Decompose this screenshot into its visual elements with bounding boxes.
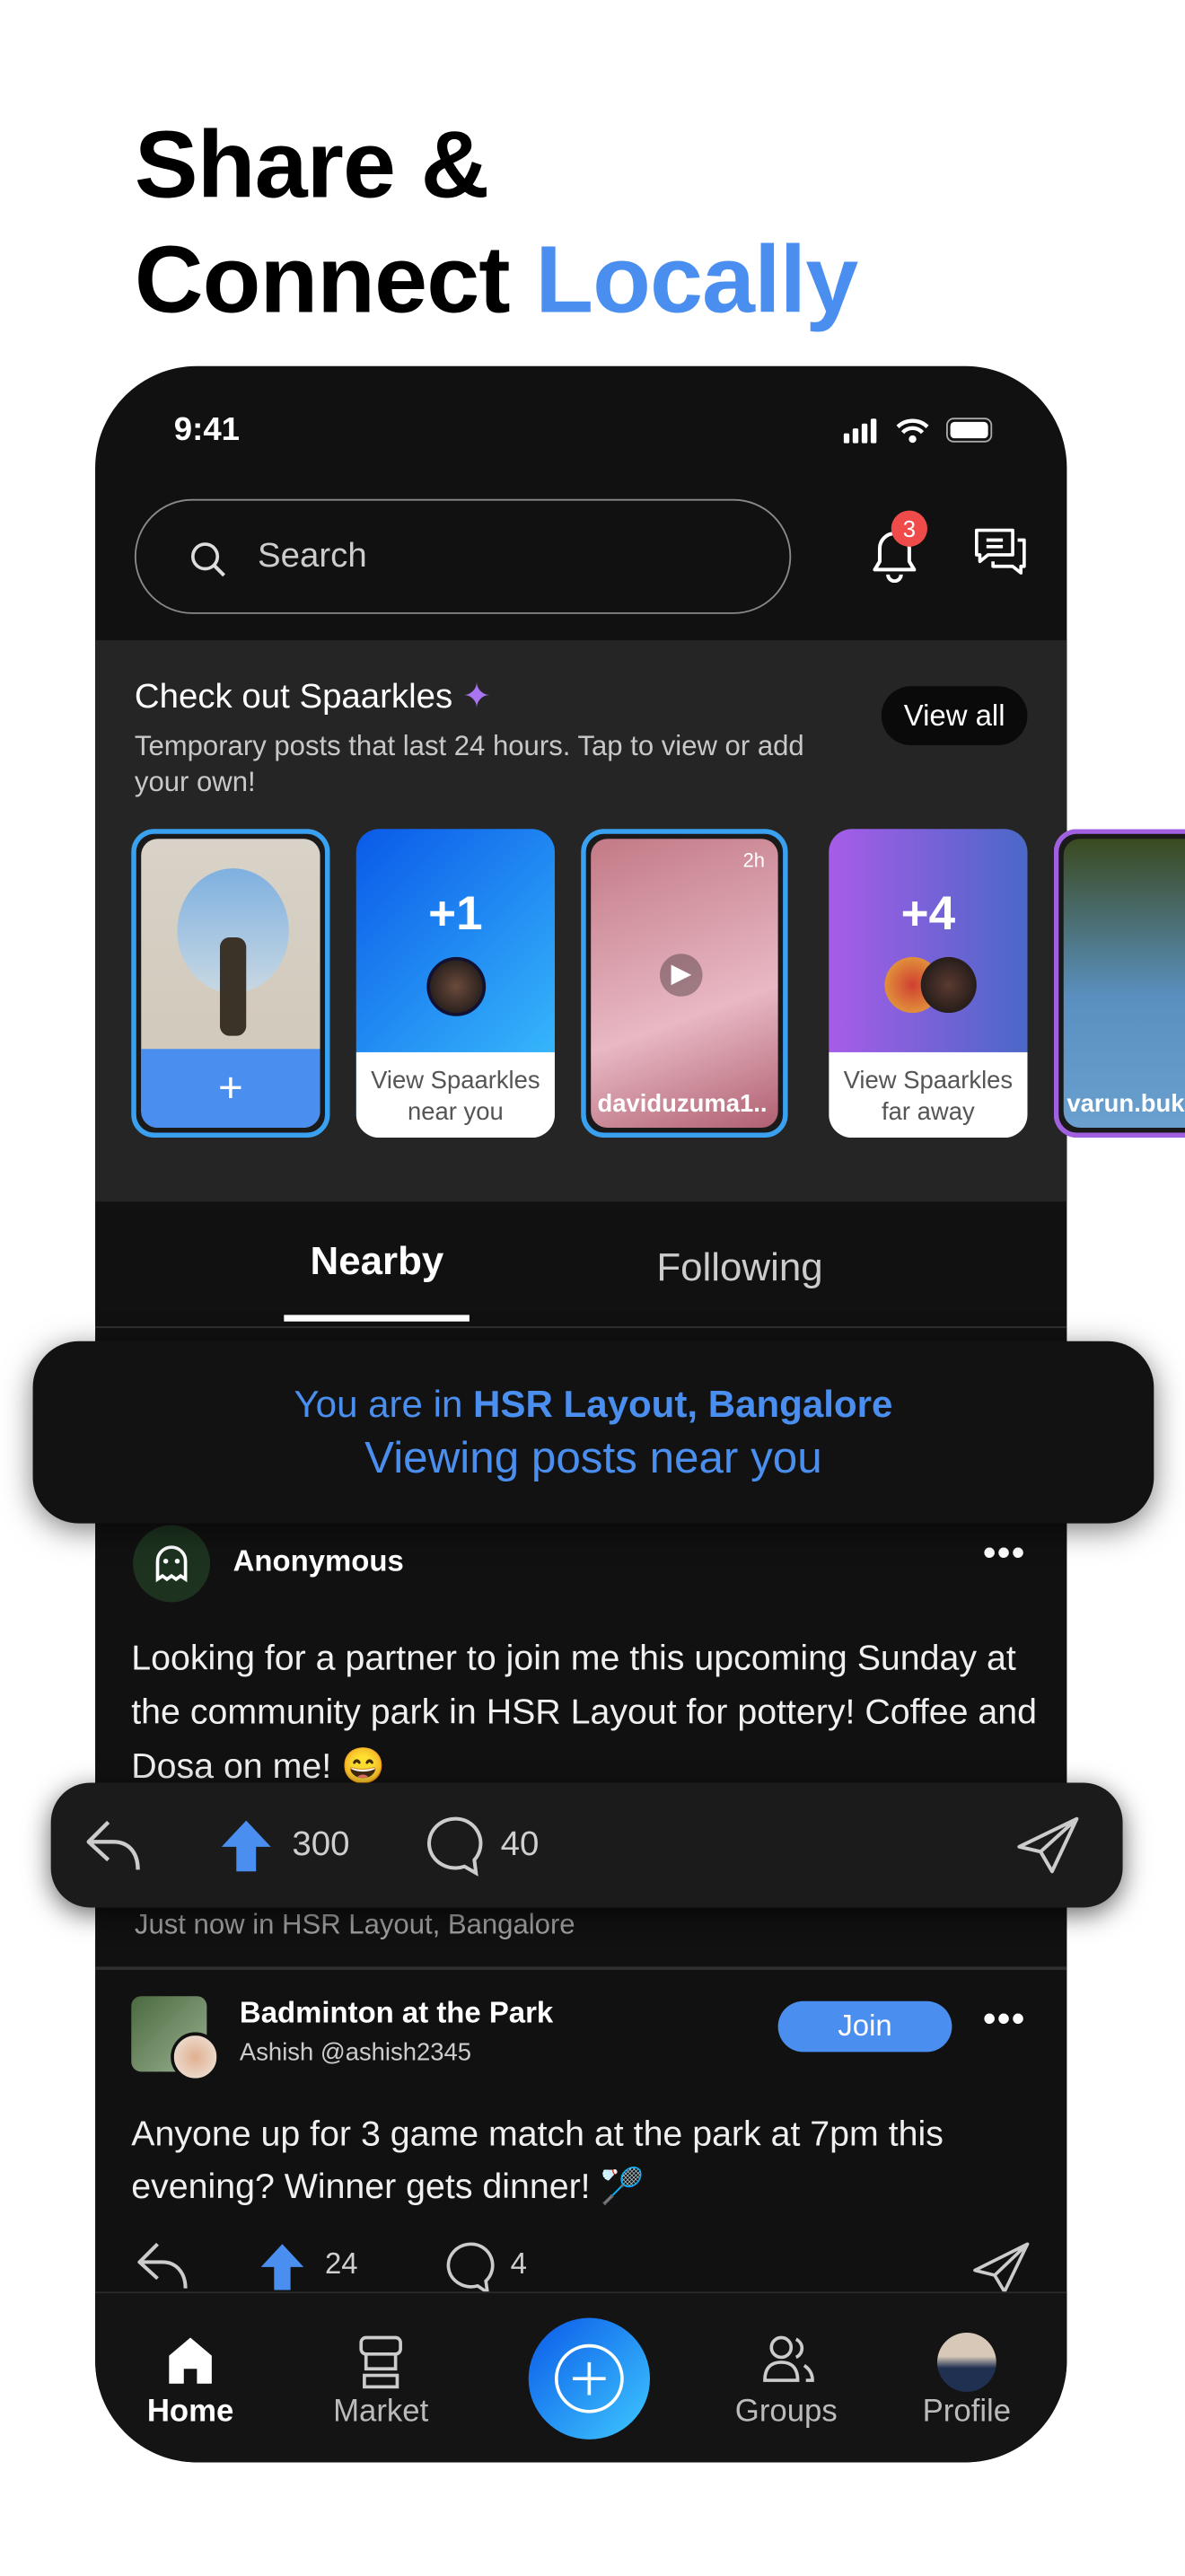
status-time: 9:41 xyxy=(173,411,240,449)
more-options-icon[interactable]: ••• xyxy=(983,1998,1026,2041)
headline-line-2: Connect Locally xyxy=(135,233,858,329)
home-icon xyxy=(169,2337,212,2384)
anonymous-avatar xyxy=(133,1525,211,1603)
headline-plain: Connect xyxy=(134,226,536,334)
sparkle-icon: ✦ xyxy=(461,678,492,717)
notification-badge: 3 xyxy=(891,510,927,547)
location-banner: You are in HSR Layout, Bangalore Viewing… xyxy=(32,1341,1154,1524)
post-action-bar: 300 40 xyxy=(50,1782,1123,1908)
search-input[interactable]: Search xyxy=(134,498,792,614)
comment-count: 40 xyxy=(500,1825,540,1864)
story-card-varun[interactable]: varun.buk xyxy=(1053,829,1185,1139)
market-icon xyxy=(359,2335,402,2389)
status-icons xyxy=(843,416,1024,453)
active-tab-indicator xyxy=(284,1314,470,1322)
join-button[interactable]: Join xyxy=(777,2000,952,2053)
nav-label: Profile xyxy=(922,2395,1012,2430)
comment-count: 4 xyxy=(510,2246,527,2281)
more-options-icon[interactable]: ••• xyxy=(983,1532,1026,1575)
share-icon[interactable] xyxy=(971,2241,1031,2294)
location-name[interactable]: HSR Layout, Bangalore xyxy=(473,1382,892,1425)
bottom-nav: Home Market Groups Profile xyxy=(95,2291,1067,2463)
nav-label: Market xyxy=(333,2395,429,2430)
tab-following[interactable]: Following xyxy=(656,1246,822,1292)
view-all-button[interactable]: View all xyxy=(881,686,1028,746)
tab-nearby[interactable]: Nearby xyxy=(311,1239,444,1285)
notifications-button[interactable]: 3 xyxy=(866,510,927,584)
comment-icon[interactable] xyxy=(443,2239,499,2295)
nav-home[interactable]: Home xyxy=(131,2293,250,2462)
sparkles-title-text: Check out Spaarkles xyxy=(134,678,453,717)
nav-profile[interactable]: Profile xyxy=(909,2293,1024,2462)
sparkles-near-card[interactable]: +1 View Spaarkles near you xyxy=(356,829,555,1139)
comment-icon[interactable] xyxy=(426,1814,488,1877)
search-icon xyxy=(190,542,225,577)
far-count: +4 xyxy=(900,888,956,941)
story-user: daviduzuma1.. xyxy=(597,1089,768,1119)
add-sparkle-card[interactable]: + xyxy=(131,829,330,1139)
nav-label: Groups xyxy=(734,2395,838,2430)
search-placeholder: Search xyxy=(258,536,367,575)
upvote-count: 24 xyxy=(325,2246,358,2281)
groups-icon xyxy=(763,2335,814,2382)
sparkles-description: Temporary posts that last 24 hours. Tap … xyxy=(134,730,804,798)
chat-icon xyxy=(975,528,1026,575)
location-prefix: You are in xyxy=(294,1382,474,1425)
post-text: Looking for a partner to join me this up… xyxy=(131,1638,1037,1787)
add-icon: + xyxy=(141,1049,320,1129)
nav-label: Home xyxy=(146,2395,234,2430)
post-author[interactable]: Ashish @ashish2345 xyxy=(240,2039,471,2067)
ghost-icon xyxy=(155,1545,188,1583)
profile-avatar xyxy=(936,2333,996,2392)
upvote-count: 300 xyxy=(292,1825,350,1864)
sparkles-far-card[interactable]: +4 View Spaarkles far away xyxy=(829,829,1028,1139)
story-card-daviduzuma[interactable]: 2h ▶ daviduzuma1.. xyxy=(581,829,788,1139)
sparkles-title: Check out Spaarkles ✦ xyxy=(135,676,491,717)
avatar xyxy=(920,956,977,1014)
post-meta: Just now in HSR Layout, Bangalore xyxy=(134,1909,575,1941)
story-user: varun.buk xyxy=(1066,1089,1185,1119)
avatar xyxy=(426,956,487,1016)
headline-line-1: Share & xyxy=(134,111,489,219)
post-text: Anyone up for 3 game match at the park a… xyxy=(131,2114,944,2207)
location-line: You are in HSR Layout, Bangalore xyxy=(33,1382,1154,1426)
story-age: 2h xyxy=(742,848,765,872)
upvote-icon[interactable] xyxy=(218,1817,274,1873)
reply-icon[interactable] xyxy=(83,1816,149,1875)
create-post-button[interactable] xyxy=(528,2317,651,2440)
headline-accent: Locally xyxy=(535,226,858,334)
user-avatar xyxy=(171,2032,220,2082)
location-subtitle: Viewing posts near you xyxy=(364,1433,822,1482)
upvote-icon[interactable] xyxy=(258,2241,307,2290)
far-label: View Spaarkles far away xyxy=(829,1051,1028,1139)
group-name[interactable]: Badminton at the Park xyxy=(240,1996,553,2030)
share-icon[interactable] xyxy=(1016,1816,1082,1875)
near-count: +1 xyxy=(428,888,483,941)
plus-icon xyxy=(554,2343,624,2413)
sparkles-section: Check out Spaarkles ✦ Temporary posts th… xyxy=(95,640,1067,1202)
nav-groups[interactable]: Groups xyxy=(725,2293,847,2462)
nav-market[interactable]: Market xyxy=(321,2293,440,2462)
near-label: View Spaarkles near you xyxy=(356,1051,555,1139)
post-author[interactable]: Anonymous xyxy=(233,1544,404,1578)
reply-icon[interactable] xyxy=(135,2238,194,2293)
messages-button[interactable] xyxy=(971,523,1031,587)
play-icon: ▶ xyxy=(659,954,703,997)
